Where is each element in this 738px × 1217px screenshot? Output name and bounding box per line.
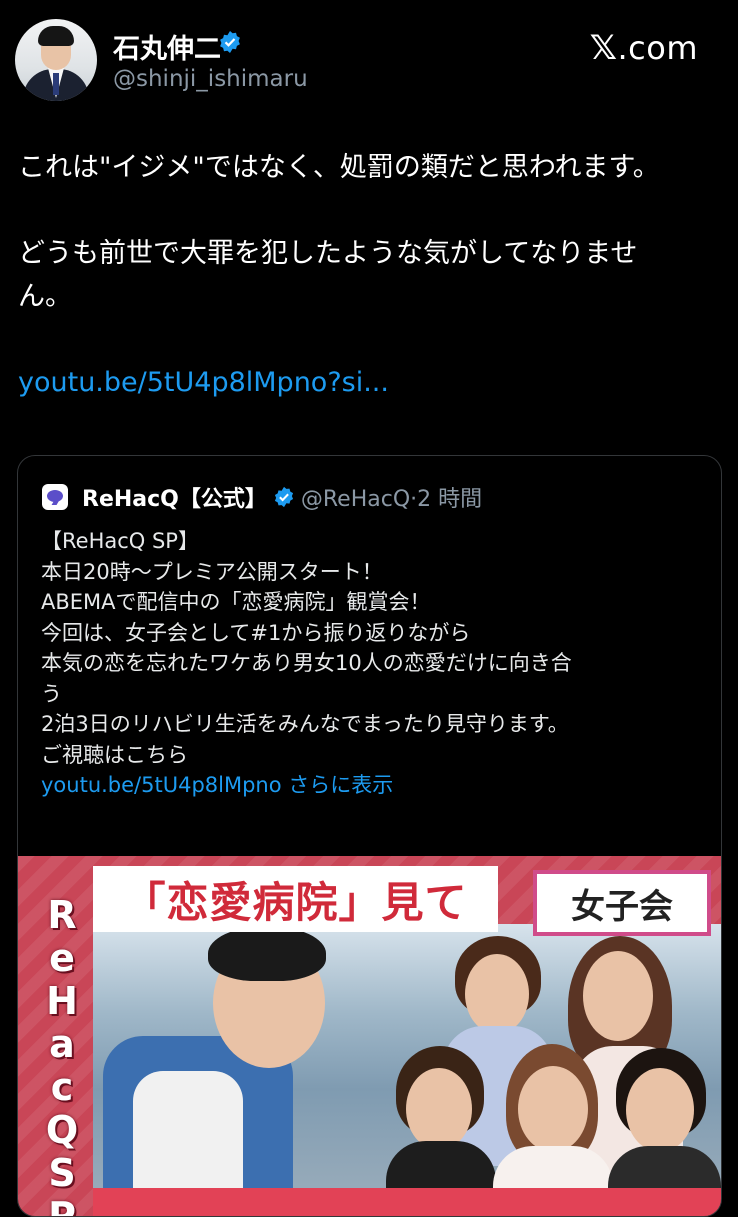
tweet-line: どうも前世で大罪を犯したような気がしてなりませ (18, 238, 638, 269)
quoted-author-name[interactable]: ReHacQ【公式】 (82, 481, 267, 513)
quoted-link[interactable]: youtu.be/5tU4p8lMpno (41, 773, 282, 797)
tweet-link[interactable]: youtu.be/5tU4p8lMpno?si... (18, 361, 718, 404)
avatar-tie (53, 73, 59, 95)
quoted-line: 【ReHacQ SP】 (41, 529, 199, 553)
quoted-line: 本日20時〜プレミア公開スタート！ (41, 559, 383, 584)
tweet-line: これは"イジメ"ではなく、処罰の類だと思われます。 (18, 152, 660, 183)
author-handle[interactable]: @shinji_ishimaru (113, 66, 308, 92)
tweet-line: ん。 (18, 281, 72, 312)
quoted-line: 2泊3日のリハビリ生活をみんなでまったり見守ります。 (41, 712, 569, 736)
quoted-link-row: youtu.be/5tU4p8lMpno さらに表示 (41, 770, 701, 801)
show-more-link[interactable]: さらに表示 (288, 773, 393, 797)
quoted-tweet-card[interactable]: ReHacQ【公式】 @ReHacQ·2 時間 【ReHacQ SP】 本日20… (17, 455, 722, 1217)
thumbnail-vertical-text: ReHacQSP (45, 893, 79, 1217)
thumbnail-title: 「恋愛病院」見て (93, 866, 498, 932)
quoted-line: ご視聴はこちら (41, 742, 188, 767)
quoted-handle-time[interactable]: @ReHacQ·2 時間 (301, 481, 482, 513)
x-logo-suffix: .com (617, 29, 698, 67)
video-thumbnail[interactable]: ReHacQSP 「恋愛病院」見て 女子会 (18, 856, 721, 1216)
verified-badge-icon (220, 31, 240, 53)
x-logo-icon: 𝕏 (589, 28, 618, 68)
quoted-tweet-header: ReHacQ【公式】 @ReHacQ·2 時間 (42, 480, 482, 514)
quoted-line: 今回は、女子会として#1から振り返りながら (41, 620, 471, 645)
quoted-tweet-text: 【ReHacQ SP】 本日20時〜プレミア公開スタート！ ABEMAで配信中の… (41, 526, 701, 801)
verified-badge-icon (274, 486, 293, 508)
avatar-hair (38, 26, 74, 46)
author-name[interactable]: 石丸伸二 (113, 27, 221, 66)
quoted-line: ABEMAで配信中の「恋愛病院」観賞会！ (41, 590, 431, 614)
thumbnail-badge: 女子会 (533, 870, 711, 936)
tweet-text: これは"イジメ"ではなく、処罰の類だと思われます。 どうも前世で大罪を犯したよう… (18, 146, 718, 404)
thumbnail-caption-bar (93, 1188, 721, 1216)
x-com-logo: 𝕏.com (590, 28, 698, 68)
author-avatar[interactable] (15, 19, 97, 101)
quoted-line: う (41, 681, 62, 706)
quoted-line: 本気の恋を忘れたワケあり男女10人の恋愛だけに向き合 (41, 651, 572, 675)
rehacq-logo-icon[interactable] (42, 484, 68, 510)
